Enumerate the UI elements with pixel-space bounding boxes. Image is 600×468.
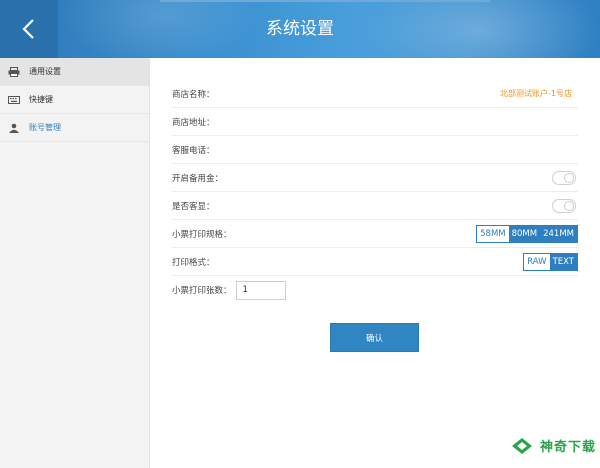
receipt-size-selector: 58MM 80MM 241MM	[476, 224, 578, 243]
sidebar-item-label: 账号管理	[29, 123, 61, 132]
receipt-size-option-80mm[interactable]: 80MM	[509, 226, 540, 242]
service-phone-label: 客服电话：	[172, 145, 215, 156]
sidebar-item-shortcuts[interactable]: 快捷键	[0, 86, 149, 114]
print-format-option-text[interactable]: TEXT	[550, 254, 577, 270]
customer-display-row: 是否客显：	[172, 192, 578, 220]
store-address-label: 商店地址：	[172, 117, 215, 128]
back-button[interactable]	[0, 0, 58, 58]
sidebar-item-label: 快捷键	[29, 95, 53, 104]
watermark-logo-icon	[512, 437, 532, 454]
store-name-row: 商店名称： 北部测试账户-1号店	[172, 80, 578, 108]
toggle-knob	[564, 200, 574, 211]
store-name-value: 北部测试账户-1号店	[500, 89, 572, 98]
store-name-label: 商店名称：	[172, 89, 215, 100]
service-phone-row: 客服电话：	[172, 136, 578, 164]
print-format-selector: RAW TEXT	[523, 252, 578, 271]
settings-form: 商店名称： 北部测试账户-1号店 商店地址： 客服电话： 开启备用金： 是否客显…	[172, 80, 578, 304]
confirm-button[interactable]: 确认	[330, 323, 419, 352]
receipt-size-option-58mm[interactable]: 58MM	[477, 225, 509, 242]
sidebar-item-account-management[interactable]: 账号管理	[0, 114, 149, 142]
app-header: 系统设置	[0, 0, 600, 58]
sidebar-item-general-settings[interactable]: 通用设置	[0, 58, 149, 86]
chevron-left-icon	[22, 19, 34, 39]
receipt-size-row: 小票打印规格： 58MM 80MM 241MM	[172, 220, 578, 248]
toggle-knob	[564, 172, 574, 183]
print-format-label: 打印格式：	[172, 257, 215, 268]
watermark: 神奇下载	[510, 436, 596, 455]
keyboard-icon	[8, 95, 20, 104]
user-icon	[9, 123, 19, 133]
print-format-row: 打印格式： RAW TEXT	[172, 248, 578, 276]
page-title: 系统设置	[266, 19, 334, 39]
receipt-size-label: 小票打印规格：	[172, 229, 232, 240]
print-count-label: 小票打印张数：	[172, 286, 232, 296]
receipt-size-option-241mm[interactable]: 241MM	[540, 226, 577, 242]
watermark-text: 神奇下载	[540, 440, 597, 455]
sidebar: 通用设置 快捷键 账号管理	[0, 58, 150, 468]
print-count-row: 小票打印张数：	[172, 276, 578, 304]
reserve-fund-label: 开启备用金：	[172, 173, 224, 184]
sidebar-item-label: 通用设置	[29, 67, 61, 76]
customer-display-label: 是否客显：	[172, 201, 215, 212]
reserve-fund-toggle[interactable]	[552, 170, 576, 185]
customer-display-toggle[interactable]	[552, 198, 576, 213]
reserve-fund-row: 开启备用金：	[172, 164, 578, 192]
printer-icon	[8, 66, 20, 77]
store-address-row: 商店地址：	[172, 108, 578, 136]
print-count-input[interactable]	[235, 280, 286, 300]
print-format-option-raw[interactable]: RAW	[524, 253, 550, 270]
